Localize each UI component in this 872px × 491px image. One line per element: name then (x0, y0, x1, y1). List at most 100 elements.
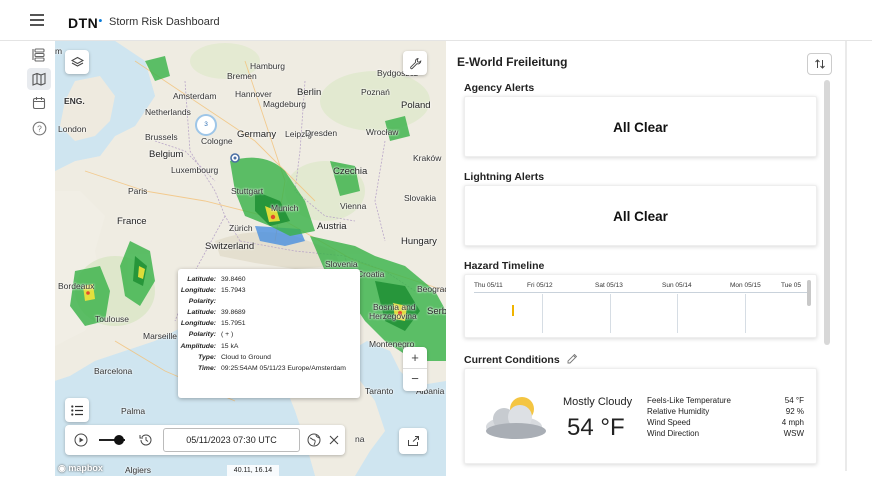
map-label: Belgium (149, 149, 184, 160)
condition-value: WSW (783, 429, 804, 438)
timeline-day: Fri 05/12 (527, 282, 553, 289)
app-title: Storm Risk Dashboard (109, 16, 220, 28)
popup-key: Longitude: (180, 320, 216, 328)
timeline-hazard-marker[interactable] (512, 305, 514, 316)
popup-row: Latitude: 39.8689 (178, 307, 360, 318)
map-label: Poznań (361, 87, 390, 97)
condition-label: Wind Speed (647, 418, 691, 427)
tools-button[interactable] (403, 51, 427, 75)
layers-icon (70, 56, 84, 67)
current-conditions-card: Mostly Cloudy 54 °F Feels-Like Temperatu… (464, 368, 817, 464)
popup-key: Polarity: (188, 298, 216, 306)
map-label: Wrocław (366, 127, 399, 137)
timeline-gridline (542, 294, 543, 333)
lightning-strike-popup: Latitude: 39.8460 Longitude: 15.7943 Polar… (178, 269, 360, 398)
left-nav: ? (0, 41, 55, 491)
map-background (55, 41, 446, 476)
timeline-day: Mon 05/15 (730, 282, 761, 289)
agency-alerts-status: All Clear (613, 120, 668, 135)
map-label: Vienna (340, 201, 367, 211)
timeline-gridline (745, 294, 746, 333)
timezone-globe-icon[interactable] (307, 433, 321, 447)
map-label: Magdeburg (263, 99, 307, 109)
zoom-in-button[interactable]: + (403, 347, 427, 369)
popup-row: Longitude: 15.7943 (178, 285, 360, 296)
map-label: Poland (401, 100, 431, 111)
datetime-picker[interactable]: 05/11/2023 07:30 UTC (163, 428, 300, 452)
map-icon (32, 72, 46, 86)
mapbox-attribution[interactable]: ◉ mapbox (58, 463, 103, 474)
popup-key: Type: (198, 353, 216, 361)
popup-value: 15 kA (221, 342, 239, 350)
map-label: Slovenia (325, 259, 358, 269)
top-bar: DTN● Storm Risk Dashboard (0, 0, 872, 41)
nav-calendar[interactable] (27, 92, 51, 114)
map-label: London (58, 124, 87, 134)
map-label: Marseille (143, 331, 178, 341)
condition-label: Feels-Like Temperature (647, 396, 731, 405)
nav-map[interactable] (27, 68, 51, 90)
sort-button[interactable] (807, 53, 832, 75)
map-label: Amsterdam (173, 91, 217, 101)
popup-key: Amplitude: (180, 342, 217, 350)
nav-help[interactable]: ? (27, 117, 51, 139)
popup-key: Latitude: (187, 276, 216, 283)
panel-divider (845, 41, 847, 471)
conditions-temperature: 54 °F (567, 414, 625, 441)
map-label: Cologne (201, 136, 233, 146)
zoom-out-button[interactable]: − (403, 369, 427, 391)
popup-key: Latitude: (187, 309, 216, 317)
timeline-day: Sun 05/14 (662, 282, 692, 289)
map-label: Toulouse (95, 314, 130, 324)
timeline-day: Sat 05/13 (595, 282, 623, 289)
map-label: ENG. (64, 96, 85, 106)
hazard-timeline-heading: Hazard Timeline (464, 260, 545, 272)
svg-text:?: ? (37, 123, 42, 133)
edit-icon[interactable] (567, 353, 578, 364)
timeline-axis (474, 292, 809, 293)
mapbox-logo-text: mapbox (68, 463, 103, 473)
history-icon[interactable] (139, 433, 153, 447)
play-icon[interactable] (74, 433, 88, 447)
wrench-icon (409, 57, 421, 69)
map-label: m (55, 46, 63, 56)
timeline-scrollbar[interactable] (807, 280, 811, 306)
timeline-day: Thu 05/11 (474, 282, 503, 289)
lightning-alerts-heading: Lightning Alerts (464, 171, 545, 183)
map-label: na (355, 434, 365, 444)
popup-row: Amplitude: 15 kA (178, 341, 360, 352)
condition-value: 54 °F (784, 396, 804, 405)
popup-row: Type: Cloud to Ground (178, 352, 360, 363)
hamburger-menu-icon[interactable] (30, 14, 44, 26)
map-label: Luxembourg (171, 165, 219, 175)
map-label: Hannover (235, 89, 272, 99)
nav-layers-list[interactable] (27, 44, 51, 66)
layers-button[interactable] (65, 50, 89, 74)
popup-value: 15.7951 (221, 320, 246, 328)
map-label: Paris (128, 186, 148, 196)
calendar-icon (32, 97, 46, 110)
location-pin-icon[interactable] (230, 153, 240, 165)
map-label: Bremen (227, 71, 257, 81)
close-icon[interactable] (329, 435, 339, 445)
popup-value: 15.7943 (221, 287, 246, 295)
time-slider-handle[interactable] (113, 435, 124, 445)
storm-map[interactable]: Hamburg Bremen Amsterdam Hannover Berlin… (55, 41, 446, 476)
legend-button[interactable] (65, 398, 89, 422)
panel-scrollbar[interactable] (824, 80, 830, 345)
popup-key: Polarity: (188, 331, 216, 339)
popup-row: Polarity: (178, 296, 360, 307)
lightning-alerts-status: All Clear (613, 209, 668, 224)
map-label: Czechia (333, 166, 368, 177)
share-button[interactable] (399, 428, 427, 454)
map-label: Kraków (413, 153, 442, 163)
map-label: Switzerland (205, 241, 255, 252)
map-label: Germany (237, 129, 277, 140)
hazard-timeline-card[interactable]: Thu 05/11 Fri 05/12 Sat 05/13 Sun 05/14 … (464, 274, 817, 338)
cluster-marker[interactable]: 3 (197, 116, 215, 134)
dtn-logo[interactable]: DTN● (68, 15, 103, 31)
map-label: Hungary (401, 236, 437, 247)
map-label: Slovakia (404, 193, 437, 203)
condition-value: 92 % (785, 407, 804, 416)
popup-row: Longitude: 15.7951 (178, 318, 360, 329)
